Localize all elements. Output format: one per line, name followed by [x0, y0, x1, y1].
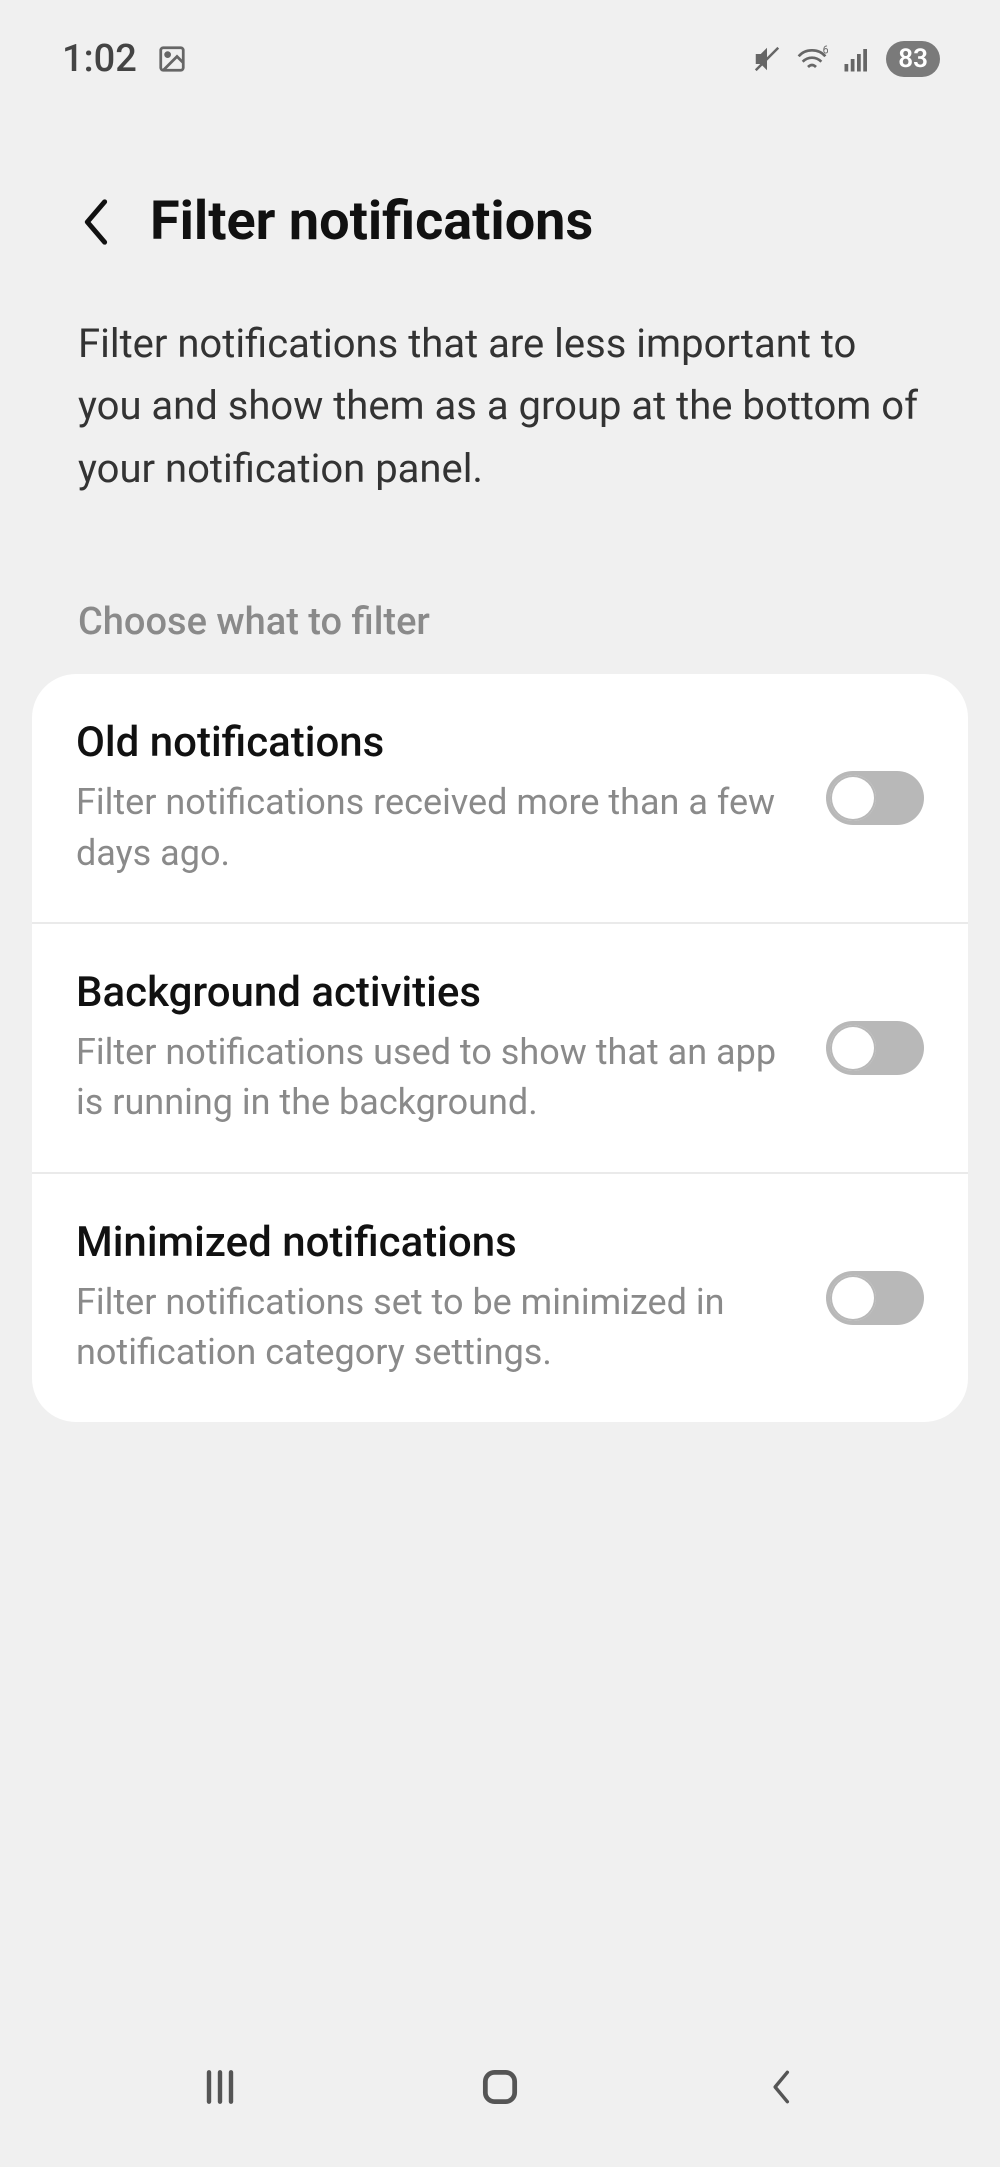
page-description: Filter notifications that are less impor… [0, 273, 1000, 500]
wifi-icon: 6 [796, 44, 828, 74]
status-bar: 1:02 6 [0, 0, 1000, 90]
row-title: Background activities [76, 968, 802, 1017]
back-button[interactable] [720, 2057, 840, 2117]
mute-icon [752, 44, 782, 74]
system-navbar [0, 2037, 1000, 2167]
picture-icon [157, 44, 187, 74]
status-time: 1:02 [62, 37, 137, 81]
toggle-minimized-notifications[interactable] [826, 1271, 924, 1325]
page-title: Filter notifications [150, 190, 593, 253]
home-button[interactable] [440, 2057, 560, 2117]
row-title: Minimized notifications [76, 1218, 802, 1267]
header: Filter notifications [0, 90, 1000, 273]
row-text: Old notifications Filter notifications r… [76, 718, 826, 878]
status-right: 6 83 [752, 41, 940, 77]
row-minimized-notifications[interactable]: Minimized notifications Filter notificat… [32, 1172, 968, 1422]
status-left: 1:02 [62, 37, 187, 81]
recents-button[interactable] [160, 2057, 280, 2117]
signal-icon [842, 44, 872, 74]
toggle-old-notifications[interactable] [826, 771, 924, 825]
row-title: Old notifications [76, 718, 802, 767]
section-label: Choose what to filter [0, 500, 1000, 674]
settings-card: Old notifications Filter notifications r… [32, 674, 968, 1421]
row-subtitle: Filter notifications used to show that a… [76, 1027, 802, 1128]
battery-indicator: 83 [886, 41, 940, 77]
row-text: Minimized notifications Filter notificat… [76, 1218, 826, 1378]
row-subtitle: Filter notifications set to be minimized… [76, 1277, 802, 1378]
row-text: Background activities Filter notificatio… [76, 968, 826, 1128]
row-old-notifications[interactable]: Old notifications Filter notifications r… [32, 674, 968, 922]
row-background-activities[interactable]: Background activities Filter notificatio… [32, 922, 968, 1172]
svg-text:6: 6 [823, 44, 828, 57]
back-icon[interactable] [78, 196, 114, 248]
toggle-background-activities[interactable] [826, 1021, 924, 1075]
row-subtitle: Filter notifications received more than … [76, 777, 802, 878]
